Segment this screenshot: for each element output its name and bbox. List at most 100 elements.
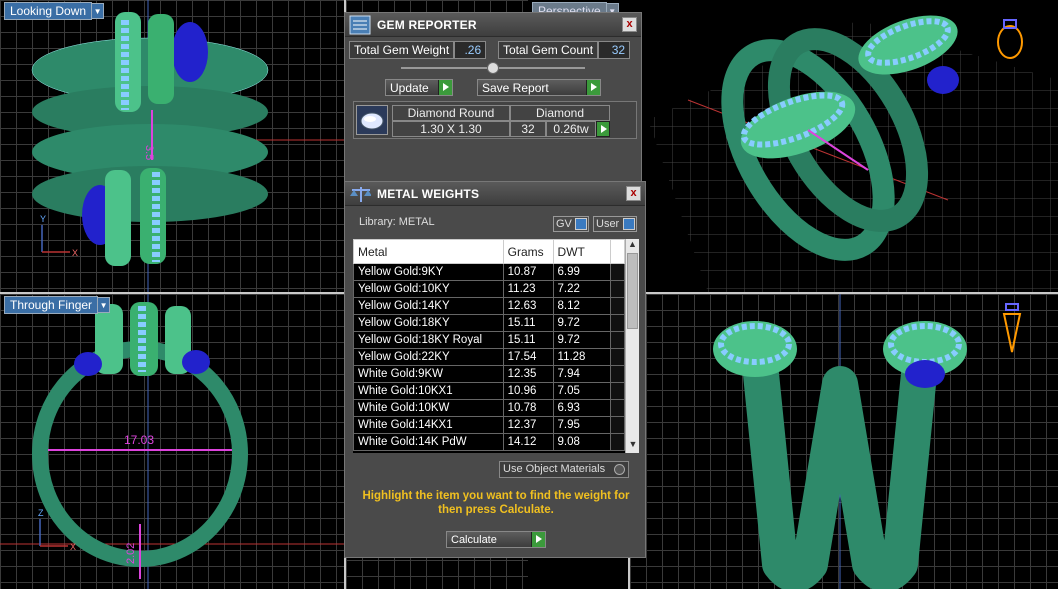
gem-reporter-icon [349, 15, 371, 34]
header-metal[interactable]: Metal [353, 239, 504, 264]
slider-handle[interactable] [487, 62, 499, 74]
play-icon [438, 80, 452, 95]
dwt-cell: 6.99 [552, 263, 612, 281]
update-button[interactable]: Update [385, 79, 453, 96]
table-row[interactable]: White Gold:10KW 10.78 6.93 [353, 399, 625, 417]
gem-reporter-titlebar[interactable]: GEM REPORTER x [345, 13, 641, 37]
metal-cell: White Gold:10KW [353, 399, 504, 417]
scroll-down-icon[interactable]: ▼ [626, 439, 639, 453]
viewport-label-looking-down[interactable]: Looking Down ▼ [4, 2, 105, 20]
table-row[interactable]: Yellow Gold:18KY Royal 15.11 9.72 [353, 331, 625, 349]
calculate-button-label: Calculate [451, 533, 497, 546]
diamond-round-icon [356, 105, 388, 135]
library-label: Library: METAL [359, 216, 435, 228]
gem-weight: 0.26tw [546, 121, 596, 137]
grams-cell: 15.11 [502, 314, 554, 332]
grams-cell: 10.96 [502, 382, 554, 400]
user-toggle-label: User [596, 218, 620, 230]
save-report-button[interactable]: Save Report [477, 79, 601, 96]
chevron-down-icon[interactable]: ▼ [98, 297, 111, 313]
instruction-text: Highlight the item you want to find the … [362, 490, 630, 516]
calculate-button[interactable]: Calculate [446, 531, 546, 548]
save-report-button-label: Save Report [482, 80, 549, 95]
grams-cell: 12.37 [502, 416, 554, 434]
chevron-down-icon[interactable]: ▼ [92, 3, 105, 19]
ring-orientation-icon [997, 19, 1023, 59]
scroll-up-icon[interactable]: ▲ [626, 239, 639, 253]
gem-row[interactable]: Diamond Round Diamond 1.30 X 1.30 32 0.2… [353, 101, 637, 139]
update-button-label: Update [390, 80, 429, 95]
metal-table-container[interactable]: Metal Grams DWT Yellow Gold:9KY 10.87 6.99… [353, 239, 639, 453]
table-row[interactable]: Yellow Gold:9KY 10.87 6.99 [353, 263, 625, 281]
metal-cell: Yellow Gold:9KY [353, 263, 504, 281]
gem-count: 32 [510, 121, 546, 137]
metal-weights-panel: METAL WEIGHTS x Library: METAL GV User M… [344, 181, 646, 558]
table-row[interactable]: White Gold:9KW 12.35 7.94 [353, 365, 625, 383]
dwt-cell: 7.95 [552, 416, 612, 434]
scrollbar-thumb[interactable] [627, 253, 638, 329]
play-icon [586, 80, 600, 95]
ring-front-view: 17.03 2.02 Z X [0, 294, 344, 589]
gv-toggle[interactable]: GV [553, 216, 589, 232]
table-row[interactable]: Yellow Gold:10KY 11.23 7.22 [353, 280, 625, 298]
dwt-cell: 9.08 [552, 433, 612, 451]
table-row[interactable]: White Gold:14KX1 12.37 7.95 [353, 416, 625, 434]
dimension-label-x: 3.5 [143, 145, 155, 160]
metal-table: Metal Grams DWT Yellow Gold:9KY 10.87 6.99… [353, 239, 625, 451]
use-object-materials-option[interactable]: Use Object Materials [499, 461, 629, 478]
viewport-label-text: Looking Down [4, 2, 93, 20]
viewport-side[interactable] [630, 294, 1058, 589]
viewport-label-through-finger[interactable]: Through Finger ▼ [4, 296, 111, 314]
use-object-materials-label: Use Object Materials [503, 463, 606, 475]
table-row[interactable]: Yellow Gold:18KY 15.11 9.72 [353, 314, 625, 332]
dwt-cell: 11.28 [552, 348, 612, 366]
play-icon [601, 125, 607, 133]
gem-type: Diamond [510, 105, 610, 121]
metal-cell: White Gold:9KW [353, 365, 504, 383]
table-header-row: Metal Grams DWT [353, 239, 625, 264]
dimension-label-thickness: 2.02 [125, 543, 137, 564]
dwt-cell: 6.93 [552, 399, 612, 417]
table-row[interactable]: Yellow Gold:14KY 12.63 8.12 [353, 297, 625, 315]
metal-weights-icon [350, 186, 371, 202]
metal-cell: White Gold:14K PdW [353, 433, 504, 451]
grams-cell: 12.35 [502, 365, 554, 383]
viewport-divider[interactable] [0, 292, 344, 294]
gem-size: 1.30 X 1.30 [392, 121, 510, 137]
table-row[interactable]: Yellow Gold:22KY 17.54 11.28 [353, 348, 625, 366]
svg-text:Z: Z [38, 508, 44, 518]
gv-toggle-label: GV [556, 218, 572, 230]
gem-shape: Diamond Round [392, 105, 510, 121]
close-icon[interactable]: x [626, 186, 641, 201]
total-gem-count-label: Total Gem Count [498, 41, 599, 59]
viewport-looking-down[interactable]: Looking Down ▼ 3.5 Y X [0, 0, 344, 292]
close-icon[interactable]: x [622, 17, 637, 32]
total-gem-weight-label: Total Gem Weight [349, 41, 455, 59]
metal-cell: Yellow Gold:22KY [353, 348, 504, 366]
metal-cell: White Gold:10KX1 [353, 382, 504, 400]
metal-weights-title: METAL WEIGHTS [377, 186, 480, 201]
play-icon [531, 532, 545, 547]
svg-text:X: X [72, 248, 78, 258]
grams-cell: 10.87 [502, 263, 554, 281]
gem-select-button[interactable] [596, 121, 610, 137]
header-dwt[interactable]: DWT [552, 239, 612, 264]
table-row[interactable]: White Gold:14K PdW 14.12 9.08 [353, 433, 625, 451]
header-grams[interactable]: Grams [502, 239, 554, 264]
table-row[interactable]: White Gold:10KX1 10.96 7.05 [353, 382, 625, 400]
gem-reporter-panel: GEM REPORTER x Total Gem Weight .26 Tota… [344, 12, 642, 184]
metal-cell: Yellow Gold:18KY Royal [353, 331, 504, 349]
viewport-through-finger[interactable]: Through Finger ▼ 17.03 2.02 Z X [0, 294, 344, 589]
metal-cell: Yellow Gold:18KY [353, 314, 504, 332]
viewport-label-text: Through Finger [4, 296, 99, 314]
dwt-cell: 9.72 [552, 314, 612, 332]
grams-cell: 12.63 [502, 297, 554, 315]
user-toggle[interactable]: User [593, 216, 637, 232]
dwt-cell: 8.12 [552, 297, 612, 315]
dwt-cell: 9.72 [552, 331, 612, 349]
metal-weights-titlebar[interactable]: METAL WEIGHTS x [345, 182, 645, 206]
radio-icon [614, 464, 625, 475]
gem-reporter-title: GEM REPORTER [377, 17, 477, 32]
table-scrollbar[interactable]: ▲ ▼ [625, 239, 639, 453]
grams-cell: 14.12 [502, 433, 554, 451]
